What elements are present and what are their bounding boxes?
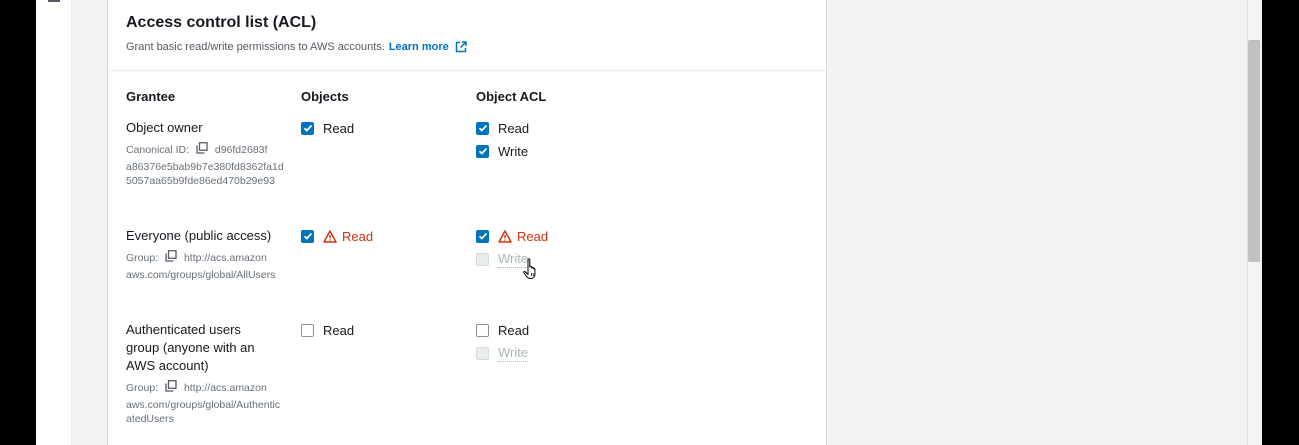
checkmark-icon: [303, 232, 312, 240]
external-link-icon: [455, 41, 467, 53]
acl-write-permission[interactable]: Write: [476, 251, 529, 268]
grantee-id-continued: a86376e5bab9b7e380fd8362fa1d5057aa65b9fd…: [126, 161, 284, 187]
objects-read-label: Read: [342, 228, 374, 244]
objects-read-checkbox[interactable]: [301, 323, 314, 337]
acl-write-label: Write: [498, 143, 529, 159]
acl-write-checkbox[interactable]: [476, 252, 489, 266]
grantee-id-label: Canonical ID:: [126, 144, 190, 156]
objects-read-permission[interactable]: Read: [301, 322, 354, 338]
grantee-id-continued: aws.com/groups/global/AllUsers: [126, 269, 276, 281]
objects-read-checkbox[interactable]: [301, 121, 314, 135]
warning-icon: [323, 229, 337, 243]
grantee-id-value: d96fd2683f: [214, 144, 268, 156]
acl-read-label: Read: [517, 228, 549, 244]
menu-icon[interactable]: [48, 0, 60, 2]
acl-write-permission[interactable]: Write: [476, 143, 528, 159]
grantee-id-line: Canonical ID: d96fd2683f: [126, 141, 286, 160]
acl-read-checkbox[interactable]: [476, 121, 489, 135]
grantee-name: Authenticated users group (anyone with a…: [126, 322, 255, 373]
objects-column-header: Objects: [301, 89, 349, 104]
acl-write-label: Write: [498, 344, 529, 362]
grantee-id-label: Group:: [126, 382, 159, 394]
copy-icon[interactable]: [165, 380, 177, 392]
copy-icon[interactable]: [165, 250, 177, 262]
acl-read-permission[interactable]: Read: [476, 322, 529, 338]
objects-read-permission[interactable]: Read: [301, 120, 354, 136]
hand-pointer-icon: [523, 258, 536, 280]
panel-title: Access control list (ACL): [126, 14, 317, 31]
left-navigation-rail: [36, 0, 72, 445]
grantee-id-label: Group:: [126, 252, 159, 264]
acl-read-permission[interactable]: Read: [476, 120, 529, 136]
learn-more-label: Learn more: [388, 41, 449, 53]
grantee-cell: Everyone (public access) Group: http://a…: [126, 227, 286, 282]
grantee-id-line: Group: http://acs.amazon: [126, 249, 286, 268]
objects-read-checkbox[interactable]: [301, 229, 314, 243]
grantee-id-line: Group: http://acs.amazon: [126, 379, 286, 398]
console-page: Access control list (ACL) Grant basic re…: [36, 0, 1262, 445]
scrollbar-thumb[interactable]: [1248, 40, 1260, 262]
acl-write-checkbox[interactable]: [476, 144, 489, 158]
acl-read-checkbox[interactable]: [476, 229, 489, 243]
panel-description-text: Grant basic read/write permissions to AW…: [126, 41, 385, 53]
copy-icon[interactable]: [196, 142, 208, 154]
grantee-id-value: http://acs.amazon: [183, 382, 267, 394]
grantee-cell: Authenticated users group (anyone with a…: [126, 321, 286, 426]
panel-description: Grant basic read/write permissions to AW…: [126, 41, 808, 53]
grantee-id-value: http://acs.amazon: [183, 252, 267, 264]
checkmark-icon: [478, 147, 487, 155]
acl-read-label: Read: [498, 120, 530, 136]
grantee-id-continued: aws.com/groups/global/AuthenticatedUsers: [126, 399, 281, 425]
acl-read-checkbox[interactable]: [476, 323, 489, 337]
objects-read-permission[interactable]: Read: [301, 228, 373, 244]
grantee-column-header: Grantee: [126, 89, 176, 104]
acl-read-label: Read: [498, 322, 530, 338]
grantee-name: Object owner: [126, 120, 203, 135]
acl-write-checkbox[interactable]: [476, 346, 489, 360]
acl-panel: Access control list (ACL) Grant basic re…: [107, 0, 827, 445]
objects-read-label: Read: [323, 120, 355, 136]
acl-write-permission[interactable]: Write: [476, 344, 529, 362]
learn-more-link[interactable]: Learn more: [389, 41, 467, 53]
grantee-name: Everyone (public access): [126, 228, 272, 243]
checkmark-icon: [303, 124, 312, 132]
acl-read-permission[interactable]: Read: [476, 228, 548, 244]
screen-border: [1262, 0, 1299, 445]
checkmark-icon: [478, 232, 487, 240]
object-acl-column-header: Object ACL: [476, 89, 547, 104]
warning-icon: [498, 229, 512, 243]
panel-header: Access control list (ACL) Grant basic re…: [108, 0, 826, 71]
grantee-cell: Object owner Canonical ID: d96fd2683f a8…: [126, 119, 286, 188]
objects-read-label: Read: [323, 322, 355, 338]
checkmark-icon: [478, 124, 487, 132]
